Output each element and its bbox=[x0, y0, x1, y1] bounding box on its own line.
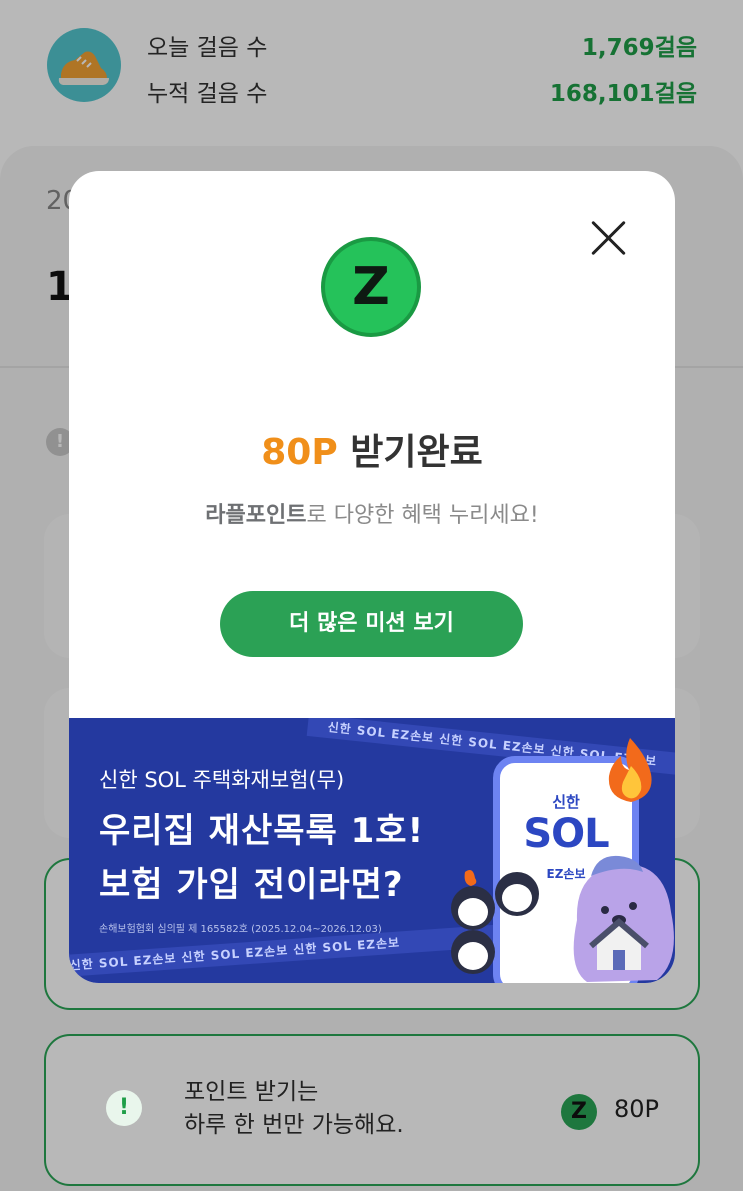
penguin-characters-illustration bbox=[451, 870, 539, 974]
flame-icon bbox=[608, 738, 652, 802]
point-coin-icon: Z bbox=[321, 237, 421, 337]
close-icon[interactable] bbox=[587, 217, 629, 259]
coin-letter: Z bbox=[352, 257, 390, 317]
banner-headline: 우리집 재산목록 1호! 보험 가입 전이라면? bbox=[99, 804, 424, 912]
banner-disclaimer: 손해보험협회 심의필 제 165582호 (2025.12.04~2026.12… bbox=[99, 924, 382, 935]
alert-icon: ! bbox=[106, 1090, 142, 1126]
title-text: 받기완료 bbox=[337, 432, 483, 473]
ad-banner[interactable]: 신한 SOL EZ손보 신한 SOL EZ손보 신한 SOL EZ손보 신한 S… bbox=[69, 718, 675, 983]
banner-product-name: 신한 SOL 주택화재보험(무) bbox=[99, 768, 345, 792]
modal-title: 80P 받기완료 bbox=[69, 423, 675, 475]
tooltip-line: 포인트 받기는 bbox=[184, 1079, 319, 1105]
subtitle-text: 로 다양한 혜택 누리세요! bbox=[306, 503, 539, 528]
tooltip-line: 하루 한 번만 가능해요. bbox=[184, 1112, 404, 1138]
brand-name: 라플포인트 bbox=[205, 503, 307, 528]
more-missions-button[interactable]: 더 많은 미션 보기 bbox=[220, 591, 523, 657]
points-earned: 80P bbox=[261, 432, 338, 473]
modal-subtitle: 라플포인트로 다양한 혜택 누리세요! bbox=[69, 497, 675, 529]
seal-character-illustration bbox=[573, 855, 674, 982]
tooltip-message: 포인트 받기는 하루 한 번만 가능해요. bbox=[184, 1076, 404, 1142]
headline-line: 우리집 재산목록 1호! bbox=[99, 811, 425, 851]
headline-line: 보험 가입 전이라면? bbox=[99, 865, 404, 905]
reward-modal: Z 80P 받기완료 라플포인트로 다양한 혜택 누리세요! 더 많은 미션 보… bbox=[69, 171, 675, 983]
